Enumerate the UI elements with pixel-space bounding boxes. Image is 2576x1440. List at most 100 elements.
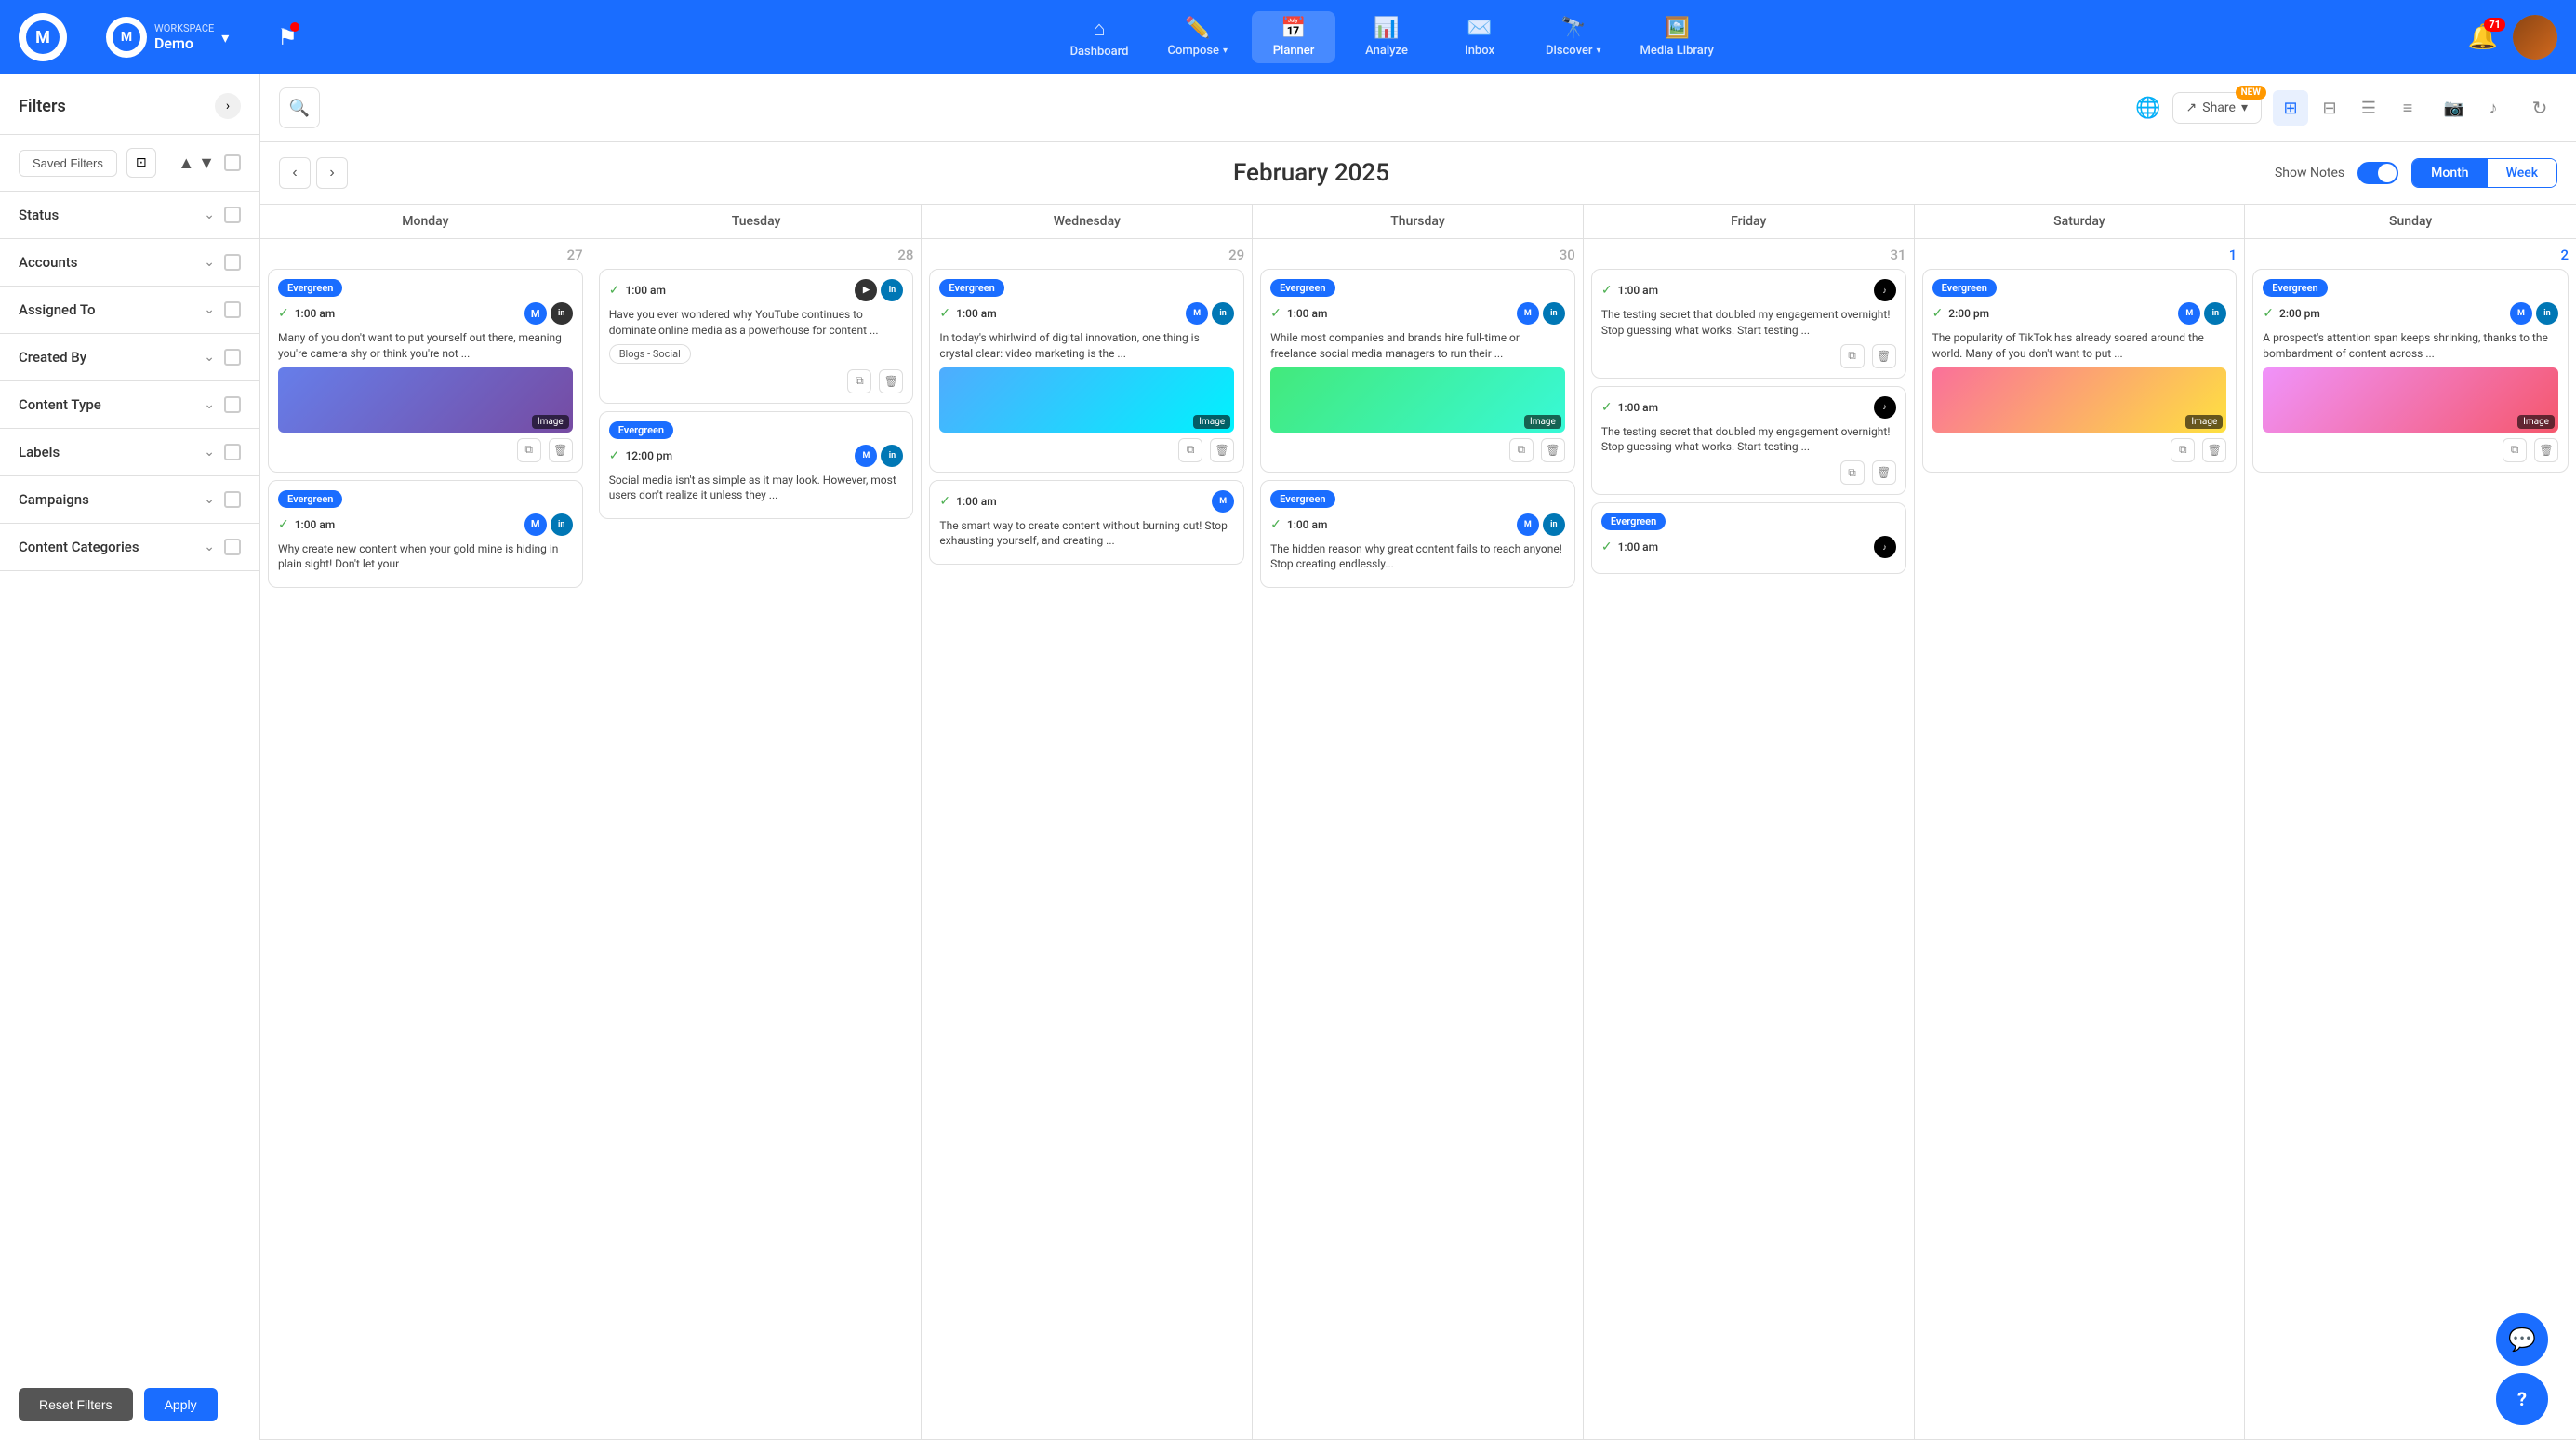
post-copy-button[interactable]: ⧉ — [1509, 438, 1534, 462]
search-button[interactable]: 🔍 — [279, 87, 320, 128]
compact-grid-view-button[interactable]: ⊟ — [2312, 90, 2347, 126]
nav-item-discover[interactable]: 🔭 Discover▾ — [1531, 11, 1616, 63]
nav-item-dashboard[interactable]: ⌂ Dashboard — [1056, 11, 1144, 64]
workspace-selector[interactable]: M WORKSPACE Demo ▾ — [95, 9, 240, 65]
post-time: 1:00 am — [1618, 540, 1659, 553]
content-type-checkbox[interactable] — [224, 396, 241, 413]
post-card[interactable]: Evergreen ✓ 1:00 am M in Many of you don… — [268, 269, 583, 473]
filters-sidebar: Filters › Saved Filters ⊡ ▲ ▼ Status ⌄ — [0, 74, 260, 1440]
saved-filters-icon-button[interactable]: ⊡ — [126, 148, 156, 178]
post-card[interactable]: ✓ 1:00 am ▶ in Have you ever wondered wh… — [599, 269, 914, 404]
refresh-button[interactable]: ↻ — [2522, 90, 2557, 126]
arrow-down-icon[interactable]: ▼ — [198, 153, 215, 173]
filter-section-content-categories: Content Categories ⌄ — [0, 524, 259, 571]
flag-button[interactable]: ⚑ — [277, 24, 298, 50]
saved-filters-checkbox[interactable] — [224, 154, 241, 171]
campaigns-checkbox[interactable] — [224, 491, 241, 508]
post-delete-button[interactable]: 🗑 — [1541, 438, 1565, 462]
filter-section-labels: Labels ⌄ — [0, 429, 259, 476]
filter-status-header[interactable]: Status ⌄ — [0, 192, 259, 238]
avatar-image — [2513, 15, 2557, 60]
post-card[interactable]: Evergreen ✓ 1:00 am M in In today's whir… — [929, 269, 1244, 473]
accounts-checkbox[interactable] — [224, 254, 241, 271]
post-avatar-li: in — [881, 445, 903, 467]
filter-accounts-header[interactable]: Accounts ⌄ — [0, 239, 259, 286]
post-delete-button[interactable]: 🗑 — [879, 369, 903, 393]
nav-item-analyze[interactable]: 📊 Analyze — [1345, 11, 1428, 63]
post-delete-button[interactable]: 🗑 — [2534, 438, 2558, 462]
month-tab[interactable]: Month — [2412, 159, 2487, 187]
sidebar-collapse-button[interactable]: › — [215, 93, 241, 119]
saved-filters-button[interactable]: Saved Filters — [19, 150, 117, 177]
post-card[interactable]: Evergreen ✓ 1:00 am M in Why create new … — [268, 480, 583, 589]
next-month-button[interactable]: › — [316, 157, 348, 189]
nav-item-planner[interactable]: 📅 Planner — [1252, 11, 1335, 63]
post-card[interactable]: Evergreen ✓ 2:00 pm M in The popularity … — [1922, 269, 2237, 473]
post-delete-button[interactable]: 🗑 — [549, 438, 573, 462]
chat-support-button[interactable]: 💬 — [2496, 1313, 2548, 1366]
notification-bell[interactable]: 🔔 71 — [2468, 23, 2498, 51]
post-delete-button[interactable]: 🗑 — [1872, 460, 1896, 485]
post-card[interactable]: Evergreen ✓ 2:00 pm M in A prospect's at… — [2252, 269, 2569, 473]
post-copy-button[interactable]: ⧉ — [517, 438, 541, 462]
filter-assigned-to-header[interactable]: Assigned To ⌄ — [0, 287, 259, 333]
status-checkbox[interactable] — [224, 207, 241, 223]
list-alt-view-button[interactable]: ≡ — [2390, 90, 2425, 126]
post-copy-button[interactable]: ⧉ — [1840, 344, 1865, 368]
post-card[interactable]: ✓ 1:00 am M The smart way to create cont… — [929, 480, 1244, 566]
week-tab[interactable]: Week — [2488, 159, 2556, 187]
post-copy-button[interactable]: ⧉ — [1178, 438, 1202, 462]
filter-campaigns-header[interactable]: Campaigns ⌄ — [0, 476, 259, 523]
workspace-label: WORKSPACE — [154, 22, 214, 34]
nav-item-compose[interactable]: ✏️ Compose▾ — [1152, 11, 1242, 63]
share-button[interactable]: NEW ↗ Share ▾ — [2172, 92, 2262, 124]
day-header-saturday: Saturday — [1915, 205, 2246, 238]
instagram-filter-button[interactable]: 📷 — [2437, 90, 2472, 126]
post-copy-button[interactable]: ⧉ — [1840, 460, 1865, 485]
filter-section-assigned-to: Assigned To ⌄ — [0, 287, 259, 334]
post-check-icon: ✓ — [1932, 306, 1944, 321]
planner-icon: 📅 — [1281, 17, 1306, 40]
globe-icon[interactable]: 🌐 — [2135, 97, 2160, 120]
post-card[interactable]: ✓ 1:00 am ♪ The testing secret that doub… — [1591, 269, 1906, 379]
help-button[interactable]: ? — [2496, 1373, 2548, 1425]
arrow-up-icon[interactable]: ▲ — [178, 153, 194, 173]
reset-filters-button[interactable]: Reset Filters — [19, 1388, 133, 1421]
day-header-sunday: Sunday — [2245, 205, 2576, 238]
tiktok-filter-button[interactable]: ♪ — [2476, 90, 2511, 126]
nav-item-media-library[interactable]: 🖼️ Media Library — [1626, 11, 1729, 63]
app-logo[interactable]: M — [19, 13, 67, 61]
post-card[interactable]: Evergreen ✓ 12:00 pm M in Social media i… — [599, 411, 914, 520]
assigned-to-checkbox[interactable] — [224, 301, 241, 318]
calendar-days-header: Monday Tuesday Wednesday Thursday Friday… — [260, 205, 2576, 239]
post-delete-button[interactable]: 🗑 — [1872, 344, 1896, 368]
user-avatar[interactable] — [2513, 15, 2557, 60]
post-card[interactable]: Evergreen ✓ 1:00 am M in While most comp… — [1260, 269, 1575, 473]
created-by-checkbox[interactable] — [224, 349, 241, 366]
campaigns-chevron-icon: ⌄ — [204, 492, 215, 507]
calendar-grid-view-button[interactable]: ⊞ — [2273, 90, 2308, 126]
post-text: The testing secret that doubled my engag… — [1601, 307, 1896, 339]
post-card[interactable]: Evergreen ✓ 1:00 am ♪ — [1591, 502, 1906, 574]
content-categories-checkbox[interactable] — [224, 539, 241, 555]
post-copy-button[interactable]: ⧉ — [847, 369, 871, 393]
filter-content-categories-header[interactable]: Content Categories ⌄ — [0, 524, 259, 570]
post-copy-button[interactable]: ⧉ — [2503, 438, 2527, 462]
prev-month-button[interactable]: ‹ — [279, 157, 311, 189]
post-copy-button[interactable]: ⧉ — [2171, 438, 2195, 462]
post-avatars: M in — [524, 302, 573, 325]
show-notes-toggle[interactable] — [2357, 162, 2398, 184]
nav-item-inbox[interactable]: ✉️ Inbox — [1438, 11, 1521, 63]
labels-checkbox[interactable] — [224, 444, 241, 460]
post-time-row: ✓ 1:00 am ▶ in — [609, 279, 904, 301]
post-card[interactable]: ✓ 1:00 am ♪ The testing secret that doub… — [1591, 386, 1906, 496]
post-card[interactable]: Evergreen ✓ 1:00 am M in The hidden reas… — [1260, 480, 1575, 589]
filter-labels-header[interactable]: Labels ⌄ — [0, 429, 259, 475]
post-delete-button[interactable]: 🗑 — [1210, 438, 1234, 462]
list-view-button[interactable]: ☰ — [2351, 90, 2386, 126]
apply-filters-button[interactable]: Apply — [144, 1388, 218, 1421]
filter-content-type-header[interactable]: Content Type ⌄ — [0, 381, 259, 428]
filter-created-by-header[interactable]: Created By ⌄ — [0, 334, 259, 380]
post-delete-button[interactable]: 🗑 — [2202, 438, 2226, 462]
nav-items: ⌂ Dashboard ✏️ Compose▾ 📅 Planner 📊 Anal… — [344, 11, 2440, 64]
